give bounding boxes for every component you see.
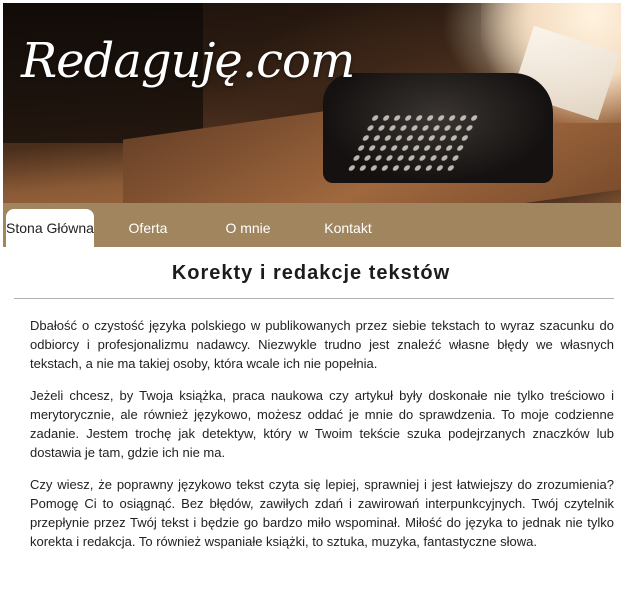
tab-contact[interactable]: Kontakt [313,209,383,247]
tab-home[interactable]: Stona Główna [6,209,94,247]
content-paragraph: Jeżeli chcesz, by Twoja książka, praca n… [30,388,614,460]
main-navigation: Stona Główna Oferta O mnie Kontakt [3,203,621,247]
tab-about[interactable]: O mnie [213,209,283,247]
content-paragraph: Czy wiesz, że poprawny językowo tekst cz… [30,477,614,549]
page-title: Korekty i redakcje tekstów [171,262,451,284]
site-logo[interactable]: Redaguję.com [21,33,355,89]
content-paragraph: Dbałość o czystość języka polskiego w pu… [30,318,614,371]
tab-offer[interactable]: Oferta [113,209,183,247]
main-content: Dbałość o czystość języka polskiego w pu… [30,316,614,564]
header-banner: Redaguję.com [3,3,621,203]
title-divider [14,298,614,299]
